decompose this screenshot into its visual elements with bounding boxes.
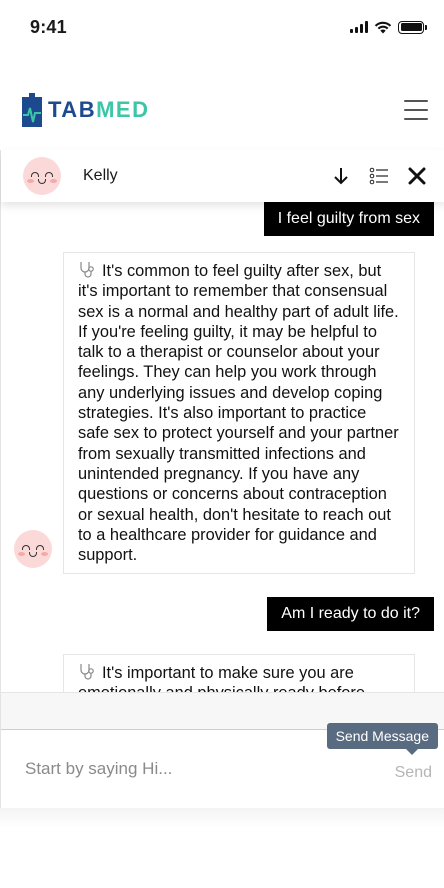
bot-message-text: It's common to feel guilty after sex, bu… <box>78 262 399 565</box>
chat-panel: Kelly I feel guilty from sex It's common… <box>0 150 444 810</box>
contact-name: Kelly <box>83 167 118 184</box>
chat-header-actions <box>329 164 429 188</box>
send-tooltip: Send Message <box>326 723 438 755</box>
message-input[interactable] <box>25 756 345 782</box>
wifi-icon <box>374 21 392 33</box>
logo-text: TABMED <box>48 97 150 122</box>
status-icons <box>350 20 427 34</box>
bot-avatar <box>14 530 52 568</box>
list-icon[interactable] <box>367 164 391 188</box>
send-button[interactable]: Send <box>395 764 432 782</box>
battery-icon <box>398 20 427 34</box>
composer: Send Message Send <box>1 723 444 806</box>
bot-message-text: It's important to make sure you are emot… <box>78 664 365 692</box>
bot-message: It's important to make sure you are emot… <box>63 654 415 692</box>
hamburger-menu-icon[interactable] <box>404 100 428 120</box>
status-bar: 9:41 <box>0 0 444 54</box>
avatar <box>23 157 61 195</box>
app-header: TABMED <box>0 80 444 140</box>
cellular-signal-icon <box>350 21 368 33</box>
arrow-down-icon[interactable] <box>329 164 353 188</box>
tabmed-logo[interactable]: TABMED <box>22 93 149 127</box>
user-message: I feel guilty from sex <box>263 202 434 236</box>
stethoscope-icon <box>80 262 94 278</box>
user-message: Am I ready to do it? <box>267 597 434 631</box>
chat-header: Kelly <box>1 150 444 202</box>
bottom-edge <box>0 808 444 828</box>
message-list[interactable]: I feel guilty from sex It's common to fe… <box>1 202 444 692</box>
logo-mark-icon <box>22 93 42 127</box>
bot-message: It's common to feel guilty after sex, bu… <box>63 252 415 575</box>
close-icon[interactable] <box>405 164 429 188</box>
status-time: 9:41 <box>30 16 67 37</box>
stethoscope-icon <box>80 664 94 680</box>
